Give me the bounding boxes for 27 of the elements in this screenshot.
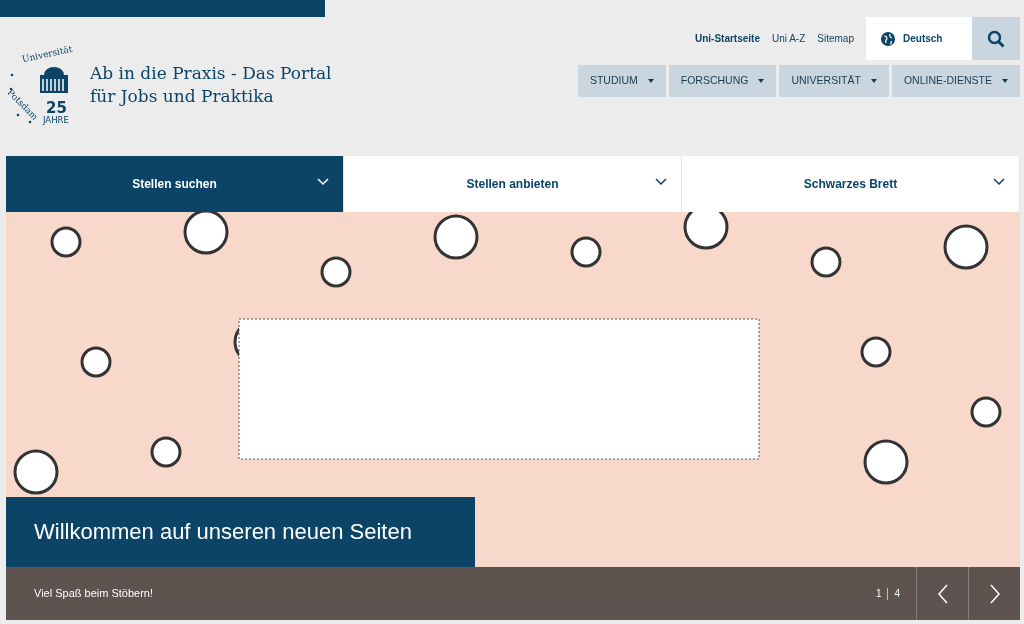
chevron-right-icon bbox=[988, 583, 1001, 604]
language-button[interactable]: Deutsch bbox=[866, 17, 972, 60]
chevron-down-icon bbox=[993, 178, 1005, 186]
site-title[interactable]: Ab in die Praxis - Das Portal für Jobs und Praktika bbox=[90, 62, 340, 108]
chevron-down-icon bbox=[655, 178, 667, 186]
header-link[interactable]: Sitemap bbox=[817, 31, 854, 46]
menu-button[interactable]: FORSCHUNG bbox=[668, 65, 777, 97]
menu-button[interactable]: UNIVERSITÄT bbox=[779, 65, 889, 97]
slide-total: 4 bbox=[894, 587, 900, 601]
slide-counter: 1 bbox=[875, 587, 882, 601]
chevron-down-icon bbox=[317, 178, 329, 186]
caret-icon bbox=[1002, 79, 1008, 83]
header-link[interactable]: Uni A-Z bbox=[771, 31, 806, 46]
search-icon bbox=[987, 29, 1005, 48]
tab[interactable]: Stellen suchen bbox=[6, 156, 344, 212]
caret-icon bbox=[647, 79, 654, 83]
slide-headline: Willkommen auf unseren neuen Seiten bbox=[6, 497, 475, 567]
menu-button[interactable]: ONLINE-DIENSTE bbox=[891, 65, 1020, 97]
slide-caption: Viel Spaß beim Stöbern! bbox=[34, 586, 155, 602]
header-link[interactable]: Uni-Startseite bbox=[694, 31, 760, 46]
search-button[interactable] bbox=[972, 17, 1020, 60]
chevron-left-icon bbox=[936, 583, 949, 604]
tab[interactable]: Stellen anbieten bbox=[344, 156, 682, 212]
caret-icon bbox=[870, 79, 877, 83]
caret-icon bbox=[758, 79, 765, 83]
menu-button[interactable]: STUDIUM bbox=[577, 65, 666, 97]
globe-icon bbox=[881, 31, 895, 46]
